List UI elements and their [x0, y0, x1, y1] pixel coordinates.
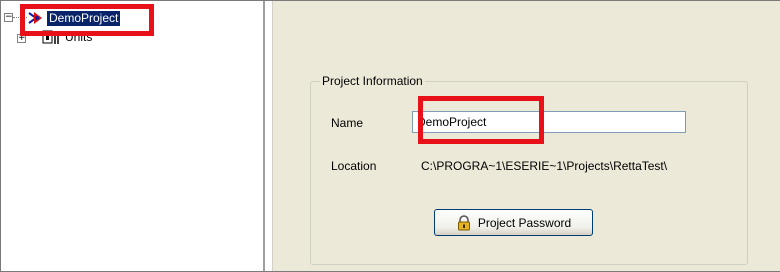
group-title: Project Information [320, 74, 425, 88]
location-value: C:\PROGRA~1\ESERIE~1\Projects\RettaTest\ [421, 159, 668, 173]
location-label: Location [331, 159, 377, 173]
annotation-highlight-tree [20, 4, 154, 36]
collapse-toggle-root[interactable]: − [4, 13, 13, 22]
annotation-highlight-name [418, 96, 544, 144]
project-password-button[interactable]: Project Password [434, 209, 593, 236]
project-password-label: Project Password [477, 215, 572, 230]
project-tree[interactable]: − DemoProject + Units [1, 1, 265, 271]
name-label: Name [331, 116, 364, 130]
lock-icon [457, 214, 470, 230]
